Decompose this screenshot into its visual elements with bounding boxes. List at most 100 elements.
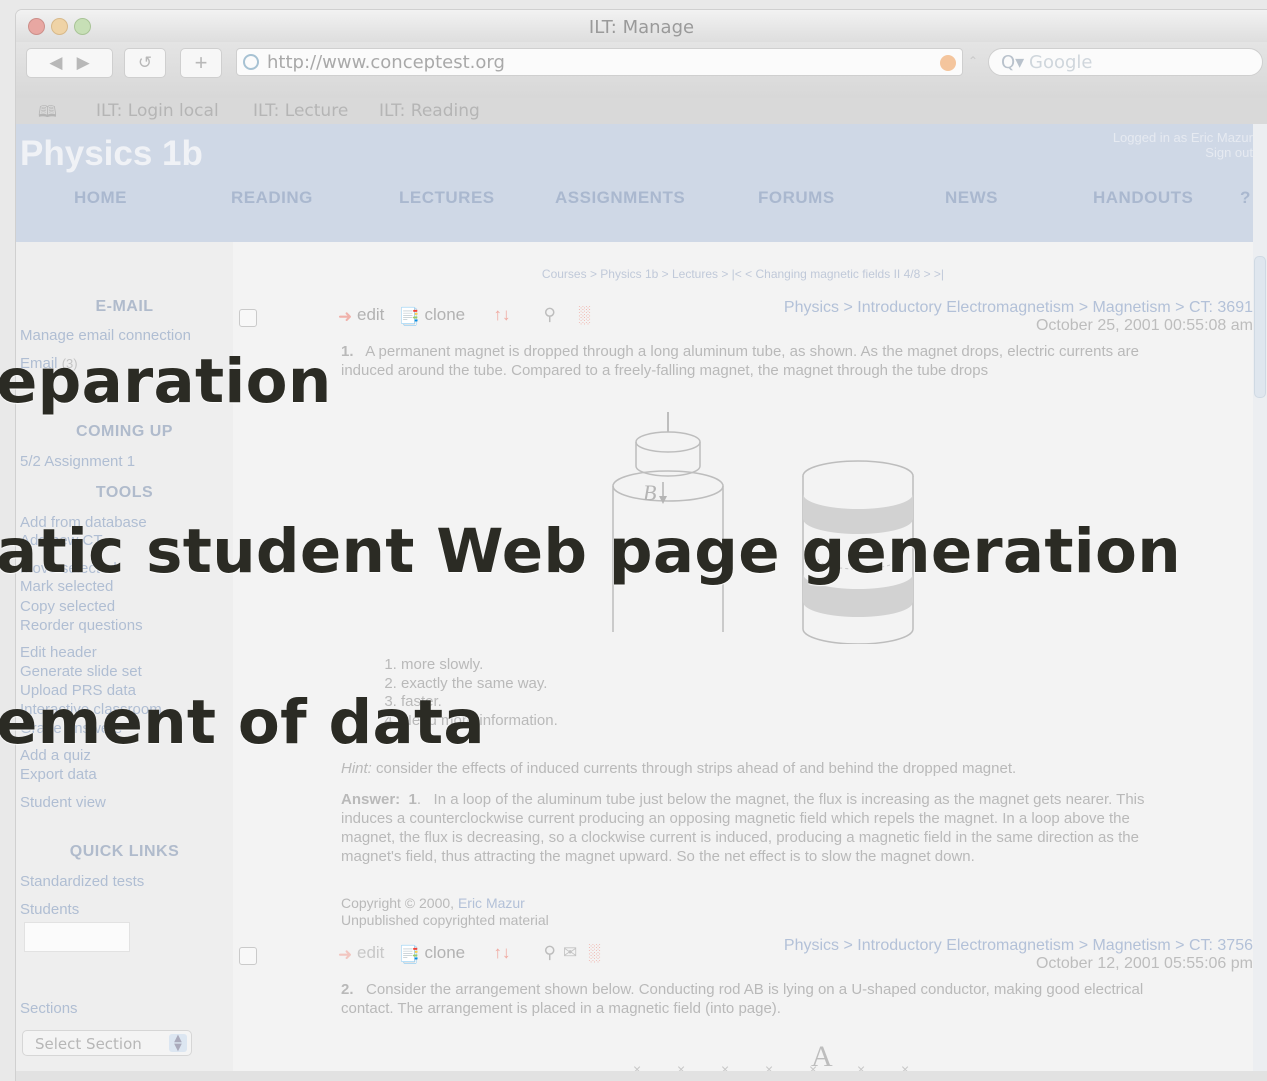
question-1-date: October 25, 2001 00:55:08 am xyxy=(1035,317,1253,334)
move-up-down-icon[interactable]: ↑↓ xyxy=(493,943,510,962)
question-2-body: Consider the arrangement shown below. Co… xyxy=(341,981,1144,1017)
vertical-scrollbar[interactable] xyxy=(1253,124,1267,1074)
overlay-bullet-1: eparation xyxy=(0,346,332,417)
clone-link[interactable]: clone xyxy=(424,943,465,962)
hint-label: Hint: xyxy=(341,760,372,777)
student-view-link[interactable]: Student view xyxy=(20,794,106,811)
choice-item: more slowly. xyxy=(401,656,558,675)
bookmark-item[interactable]: ILT: Lecture xyxy=(253,101,348,121)
copyright-author-link[interactable]: Eric Mazur xyxy=(458,895,525,911)
answer-number: 1 xyxy=(408,791,417,808)
rss-icon[interactable] xyxy=(940,55,956,71)
coming-up-heading: COMING UP xyxy=(76,423,173,440)
clone-icon[interactable]: 📑 xyxy=(399,945,420,965)
sections-label: Sections xyxy=(20,1000,78,1017)
reload-button[interactable]: ↺ xyxy=(124,48,166,78)
question-2-category-path[interactable]: Physics > Introductory Electromagnetism … xyxy=(784,937,1253,955)
status-bar xyxy=(16,1071,1267,1081)
search-placeholder: Google xyxy=(1029,52,1093,73)
forward-arrow-icon[interactable]: ▶ xyxy=(77,53,90,72)
tool-edit-header[interactable]: Edit header xyxy=(20,644,97,661)
question-1-answer: Answer: 1. In a loop of the aluminum tub… xyxy=(341,791,1145,865)
overlay-bullet-3: ement of data xyxy=(0,687,485,758)
answer-text: In a loop of the aluminum tube just belo… xyxy=(341,791,1145,865)
quick-links-heading: QUICK LINKS xyxy=(69,843,180,860)
nav-forums[interactable]: FORUMS xyxy=(758,188,835,208)
nav-help[interactable]: ? xyxy=(1240,188,1251,208)
search-icon: Q▾ xyxy=(1001,52,1025,73)
bookmark-item[interactable]: ILT: Reading xyxy=(379,101,480,121)
title-bar: ILT: Manage xyxy=(16,10,1267,42)
question-1-text: 1. A permanent magnet is dropped through… xyxy=(341,342,1151,380)
section-select[interactable]: Select Section ▲ ▼ xyxy=(22,1030,192,1056)
clone-icon[interactable]: 📑 xyxy=(399,307,420,327)
question-1-path: Physics > Introductory Electromagnetism … xyxy=(784,299,1253,335)
address-bar[interactable]: http://www.conceptest.org xyxy=(236,48,963,76)
site-header: Physics 1b Logged in as Eric Mazur Sign … xyxy=(16,124,1267,242)
question-2-number: 2. xyxy=(341,981,354,998)
question-1-copyright: Copyright © 2000, Eric Mazur Unpublished… xyxy=(341,895,1151,929)
url-text: http://www.conceptest.org xyxy=(267,52,505,73)
search-field[interactable]: Q▾ Google xyxy=(988,48,1263,76)
question-2-checkbox[interactable] xyxy=(239,947,257,965)
tools-heading: TOOLS xyxy=(95,484,154,501)
edit-icon[interactable]: ➜ xyxy=(338,307,352,327)
bar-chart-icon[interactable]: ░ xyxy=(578,305,590,325)
nav-assignments[interactable]: ASSIGNMENTS xyxy=(555,188,685,208)
clone-link[interactable]: clone xyxy=(424,305,465,324)
answer-label: Answer: xyxy=(341,791,401,808)
question-1-hint: Hint: consider the effects of induced cu… xyxy=(341,759,1151,778)
nav-handouts[interactable]: HANDOUTS xyxy=(1093,188,1193,208)
bar-chart-icon[interactable]: ░ xyxy=(588,943,600,963)
envelope-icon[interactable]: ✉ xyxy=(563,943,577,963)
unpublished-text: Unpublished copyrighted material xyxy=(341,912,549,928)
site-brand[interactable]: Physics 1b xyxy=(20,134,203,174)
back-arrow-icon[interactable]: ◀ xyxy=(49,53,62,72)
question-2-text: 2. Consider the arrangement shown below.… xyxy=(341,980,1151,1018)
question-1-number: 1. xyxy=(341,343,354,360)
assignment-link[interactable]: 5/2 Assignment 1 xyxy=(20,453,135,470)
tool-generate-slide-set[interactable]: Generate slide set xyxy=(20,663,142,680)
copyright-text: Copyright © 2000, xyxy=(341,895,455,911)
question-1-checkbox[interactable] xyxy=(239,309,257,327)
standardized-tests-link[interactable]: Standardized tests xyxy=(20,873,144,890)
hint-text: consider the effects of induced currents… xyxy=(376,760,1017,777)
bookmarks-bar: 🕮 ILT: Login local ILT: Lecture ILT: Rea… xyxy=(16,98,1267,124)
plus-icon: + xyxy=(194,50,208,75)
edit-link[interactable]: edit xyxy=(357,943,384,962)
back-forward-buttons[interactable]: ◀ ▶ xyxy=(26,48,113,78)
field-label-b: B xyxy=(643,480,656,505)
nav-lectures[interactable]: LECTURES xyxy=(399,188,495,208)
select-arrows-icon: ▲ ▼ xyxy=(169,1034,187,1053)
move-up-down-icon[interactable]: ↑↓ xyxy=(493,305,510,324)
scrollbar-thumb[interactable] xyxy=(1254,256,1266,398)
magnifier-icon[interactable]: ⚲ xyxy=(544,943,556,962)
browser-toolbar: ◀ ▶ ↺ + http://www.conceptest.org ⌃ Q▾ G… xyxy=(16,42,1267,98)
question-1-category-path[interactable]: Physics > Introductory Electromagnetism … xyxy=(784,299,1253,317)
question-2-path: Physics > Introductory Electromagnetism … xyxy=(784,937,1253,973)
question-1-tools: ➜ edit 📑 clone ↑↓ ⚲ ░ xyxy=(338,305,590,327)
breadcrumb[interactable]: Courses > Physics 1b > Lectures > |< < C… xyxy=(233,267,1253,281)
student-search-input[interactable] xyxy=(24,922,130,952)
magnifier-icon[interactable]: ⚲ xyxy=(544,305,556,324)
edit-link[interactable]: edit xyxy=(357,305,384,324)
manage-email-link[interactable]: Manage email connection xyxy=(20,327,191,344)
login-info: Logged in as Eric Mazur Sign out xyxy=(1113,130,1253,160)
question-2-date: October 12, 2001 05:55:06 pm xyxy=(1035,955,1253,972)
tool-reorder-questions[interactable]: Reorder questions xyxy=(20,617,143,634)
edit-icon[interactable]: ➜ xyxy=(338,945,352,965)
tool-export-data[interactable]: Export data xyxy=(20,766,97,783)
nav-news[interactable]: NEWS xyxy=(945,188,998,208)
nav-reading[interactable]: READING xyxy=(231,188,313,208)
add-bookmark-button[interactable]: + xyxy=(180,48,222,78)
nav-home[interactable]: HOME xyxy=(74,188,127,208)
dropdown-caret-icon[interactable]: ⌃ xyxy=(968,54,978,68)
window-title: ILT: Manage xyxy=(588,17,695,38)
logged-in-text: Logged in as Eric Mazur xyxy=(1112,130,1253,145)
email-heading: E-MAIL xyxy=(95,298,154,315)
tool-copy-selected[interactable]: Copy selected xyxy=(20,598,115,615)
bookmark-item[interactable]: ILT: Login local xyxy=(96,101,219,121)
students-link[interactable]: Students xyxy=(20,901,79,918)
sign-out-link[interactable]: Sign out xyxy=(1113,145,1253,160)
section-select-value: Select Section xyxy=(35,1035,142,1053)
